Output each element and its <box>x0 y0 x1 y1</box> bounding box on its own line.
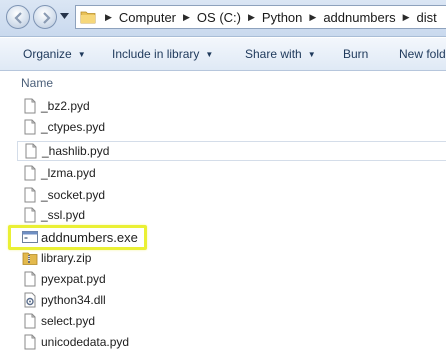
document-icon <box>22 334 38 350</box>
breadcrumb-addnumbers[interactable]: addnumbers <box>323 10 395 25</box>
file-name: _hashlib.pyd <box>42 144 110 158</box>
document-icon <box>22 271 38 287</box>
organize-label: Organize <box>23 47 72 61</box>
document-icon <box>22 187 38 203</box>
file-name: select.pyd <box>41 314 96 328</box>
share-with-button[interactable]: Share with ▼ <box>245 47 316 61</box>
chevron-down-icon: ▼ <box>77 49 86 59</box>
list-item[interactable]: _ssl.pyd <box>17 205 446 225</box>
document-icon <box>22 313 38 329</box>
burn-button[interactable]: Burn <box>343 47 368 61</box>
list-item[interactable]: _ctypes.pyd <box>17 117 446 137</box>
file-name: python34.dll <box>41 293 106 307</box>
file-name: _socket.pyd <box>41 188 106 202</box>
list-item[interactable]: _bz2.pyd <box>17 96 446 116</box>
recent-pages-dropdown-icon[interactable] <box>60 13 69 20</box>
file-name: _bz2.pyd <box>41 99 90 113</box>
list-item[interactable]: library.zip <box>17 248 446 268</box>
burn-label: Burn <box>343 47 369 61</box>
file-name: pyexpat.pyd <box>41 272 106 286</box>
file-name: library.zip <box>41 251 92 265</box>
breadcrumb-separator[interactable]: ▶ <box>183 12 190 23</box>
chevron-down-icon: ▼ <box>307 49 316 59</box>
document-icon <box>23 143 39 159</box>
address-bar: ▶ Computer ▶ OS (C:) ▶ Python ▶ addnumbe… <box>0 0 446 37</box>
breadcrumb-python[interactable]: Python <box>262 10 302 25</box>
column-header-bar: Name <box>0 70 446 94</box>
list-item[interactable]: _hashlib.pyd <box>17 141 446 161</box>
organize-button[interactable]: Organize ▼ <box>23 47 86 61</box>
breadcrumb-dist[interactable]: dist <box>417 10 437 25</box>
list-item[interactable]: unicodedata.pyd <box>17 332 446 352</box>
breadcrumb-separator[interactable]: ▶ <box>105 12 112 23</box>
highlight-box <box>8 225 147 250</box>
forward-button[interactable] <box>33 5 57 29</box>
command-toolbar: Organize ▼ Include in library ▼ Share wi… <box>0 37 446 71</box>
zip-folder-icon <box>22 250 38 266</box>
list-item[interactable]: select.pyd <box>17 311 446 331</box>
share-with-label: Share with <box>245 47 302 61</box>
new-folder-button[interactable]: New fold <box>399 47 446 61</box>
back-arrow-icon <box>14 12 22 24</box>
breadcrumb-drive[interactable]: OS (C:) <box>197 10 241 25</box>
document-icon <box>22 98 38 114</box>
breadcrumb-separator[interactable]: ▶ <box>248 12 255 23</box>
chevron-down-icon: ▼ <box>205 49 214 59</box>
forward-arrow-icon <box>43 12 51 24</box>
new-folder-label: New fold <box>399 47 446 61</box>
column-header-name[interactable]: Name <box>21 76 53 90</box>
list-item[interactable]: python34.dll <box>17 290 446 310</box>
back-button[interactable] <box>6 5 30 29</box>
include-in-library-button[interactable]: Include in library ▼ <box>112 47 213 61</box>
list-item[interactable]: _lzma.pyd <box>17 163 446 183</box>
file-name: unicodedata.pyd <box>41 335 130 349</box>
breadcrumb-separator[interactable]: ▶ <box>309 12 316 23</box>
breadcrumb[interactable]: ▶ Computer ▶ OS (C:) ▶ Python ▶ addnumbe… <box>75 5 446 29</box>
breadcrumb-separator[interactable]: ▶ <box>403 12 410 23</box>
file-name: _lzma.pyd <box>41 166 96 180</box>
breadcrumb-computer[interactable]: Computer <box>119 10 176 25</box>
file-name: _ctypes.pyd <box>41 120 106 134</box>
list-item[interactable]: _socket.pyd <box>17 185 446 205</box>
dll-icon <box>22 292 38 308</box>
document-icon <box>22 119 38 135</box>
list-item[interactable]: pyexpat.pyd <box>17 269 446 289</box>
document-icon <box>22 207 38 223</box>
folder-icon <box>80 10 96 24</box>
include-in-library-label: Include in library <box>112 47 200 61</box>
file-name: _ssl.pyd <box>41 208 86 222</box>
document-icon <box>22 165 38 181</box>
